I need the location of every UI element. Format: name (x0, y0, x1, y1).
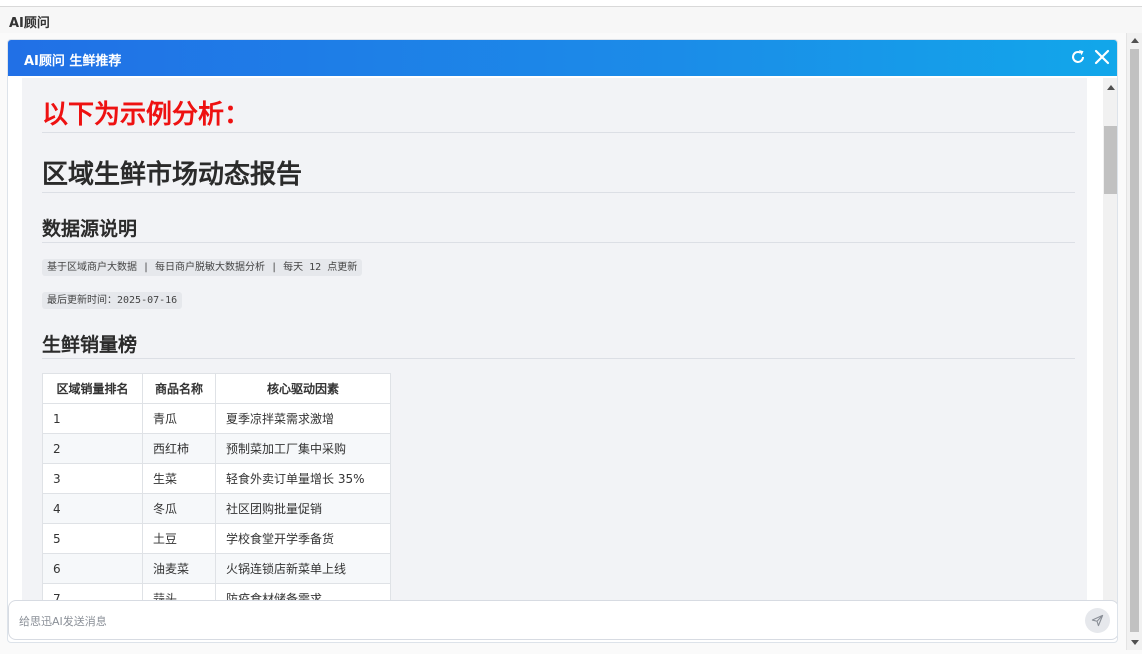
column-header-product: 商品名称 (142, 373, 216, 404)
driver-cell: 轻食外卖订单量增长 35% (215, 463, 391, 494)
content-scrollbar-thumb[interactable] (1104, 126, 1117, 194)
send-icon (1091, 614, 1104, 627)
report-content: 以下为示例分析： 区域生鲜市场动态报告 数据源说明 基于区域商户大数据 | 每日… (22, 78, 1087, 636)
table-row: 3 生菜 轻食外卖订单量增长 35% (42, 463, 391, 494)
divider (42, 242, 1075, 243)
table-row: 4 冬瓜 社区团购批量促销 (42, 493, 391, 524)
product-cell: 冬瓜 (142, 493, 216, 524)
driver-cell: 学校食堂开学季备货 (215, 523, 391, 554)
column-header-driver: 核心驱动因素 (215, 373, 391, 404)
product-cell: 西红柿 (142, 433, 216, 464)
sales-ranking-table: 区域销量排名 商品名称 核心驱动因素 1 青瓜 夏季凉拌菜需求激增 2 西红柿 … (42, 373, 391, 614)
driver-cell: 火锅连锁店新菜单上线 (215, 553, 391, 584)
close-icon[interactable] (1092, 47, 1112, 67)
dialog-title: AI顾问 生鲜推荐 (24, 54, 122, 69)
report-title: 区域生鲜市场动态报告 (42, 160, 303, 190)
scroll-up-arrow-icon[interactable] (1131, 38, 1139, 43)
divider (42, 358, 1075, 359)
scroll-down-arrow-icon[interactable] (1131, 640, 1139, 645)
rank-cell: 1 (42, 403, 143, 434)
rank-cell: 5 (42, 523, 143, 554)
driver-cell: 夏季凉拌菜需求激增 (215, 403, 391, 434)
divider (42, 192, 1075, 193)
refresh-icon[interactable] (1068, 47, 1088, 67)
table-header-row: 区域销量排名 商品名称 核心驱动因素 (42, 373, 391, 404)
product-cell: 油麦菜 (142, 553, 216, 584)
dialog-header: AI顾问 生鲜推荐 (8, 40, 1117, 76)
product-cell: 生菜 (142, 463, 216, 494)
rank-cell: 6 (42, 553, 143, 584)
divider (42, 132, 1075, 133)
sales-ranking-heading: 生鲜销量榜 (42, 334, 138, 356)
ai-advisor-dialog: AI顾问 生鲜推荐 以下为示例分析： 区域生鲜市场动态报告 数据源说明 基于区域… (7, 39, 1118, 643)
column-header-rank: 区域销量排名 (42, 373, 143, 404)
message-input[interactable] (19, 611, 1069, 631)
rank-cell: 3 (42, 463, 143, 494)
last-updated-text: 最后更新时间：2025-07-16 (42, 292, 183, 309)
driver-cell: 预制菜加工厂集中采购 (215, 433, 391, 464)
rank-cell: 2 (42, 433, 143, 464)
driver-cell: 社区团购批量促销 (215, 493, 391, 524)
page-scrollbar[interactable] (1126, 33, 1142, 650)
data-source-heading: 数据源说明 (42, 218, 138, 240)
scroll-up-arrow-icon[interactable] (1107, 85, 1115, 90)
page-titlebar: AI顾问 (0, 6, 1142, 33)
page-scrollbar-thumb[interactable] (1130, 49, 1139, 632)
content-scrollbar[interactable] (1103, 78, 1117, 636)
table-row: 1 青瓜 夏季凉拌菜需求激增 (42, 403, 391, 434)
page-title: AI顾问 (9, 16, 50, 31)
product-cell: 土豆 (142, 523, 216, 554)
chat-input-bar (8, 600, 1117, 640)
table-row: 5 土豆 学校食堂开学季备货 (42, 523, 391, 554)
send-button[interactable] (1085, 608, 1110, 633)
table-row: 6 油麦菜 火锅连锁店新菜单上线 (42, 553, 391, 584)
rank-cell: 4 (42, 493, 143, 524)
data-source-description: 基于区域商户大数据 | 每日商户脱敏大数据分析 | 每天 12 点更新 (42, 259, 363, 276)
table-row: 2 西红柿 预制菜加工厂集中采购 (42, 433, 391, 464)
example-heading: 以下为示例分析： (42, 100, 251, 130)
product-cell: 青瓜 (142, 403, 216, 434)
